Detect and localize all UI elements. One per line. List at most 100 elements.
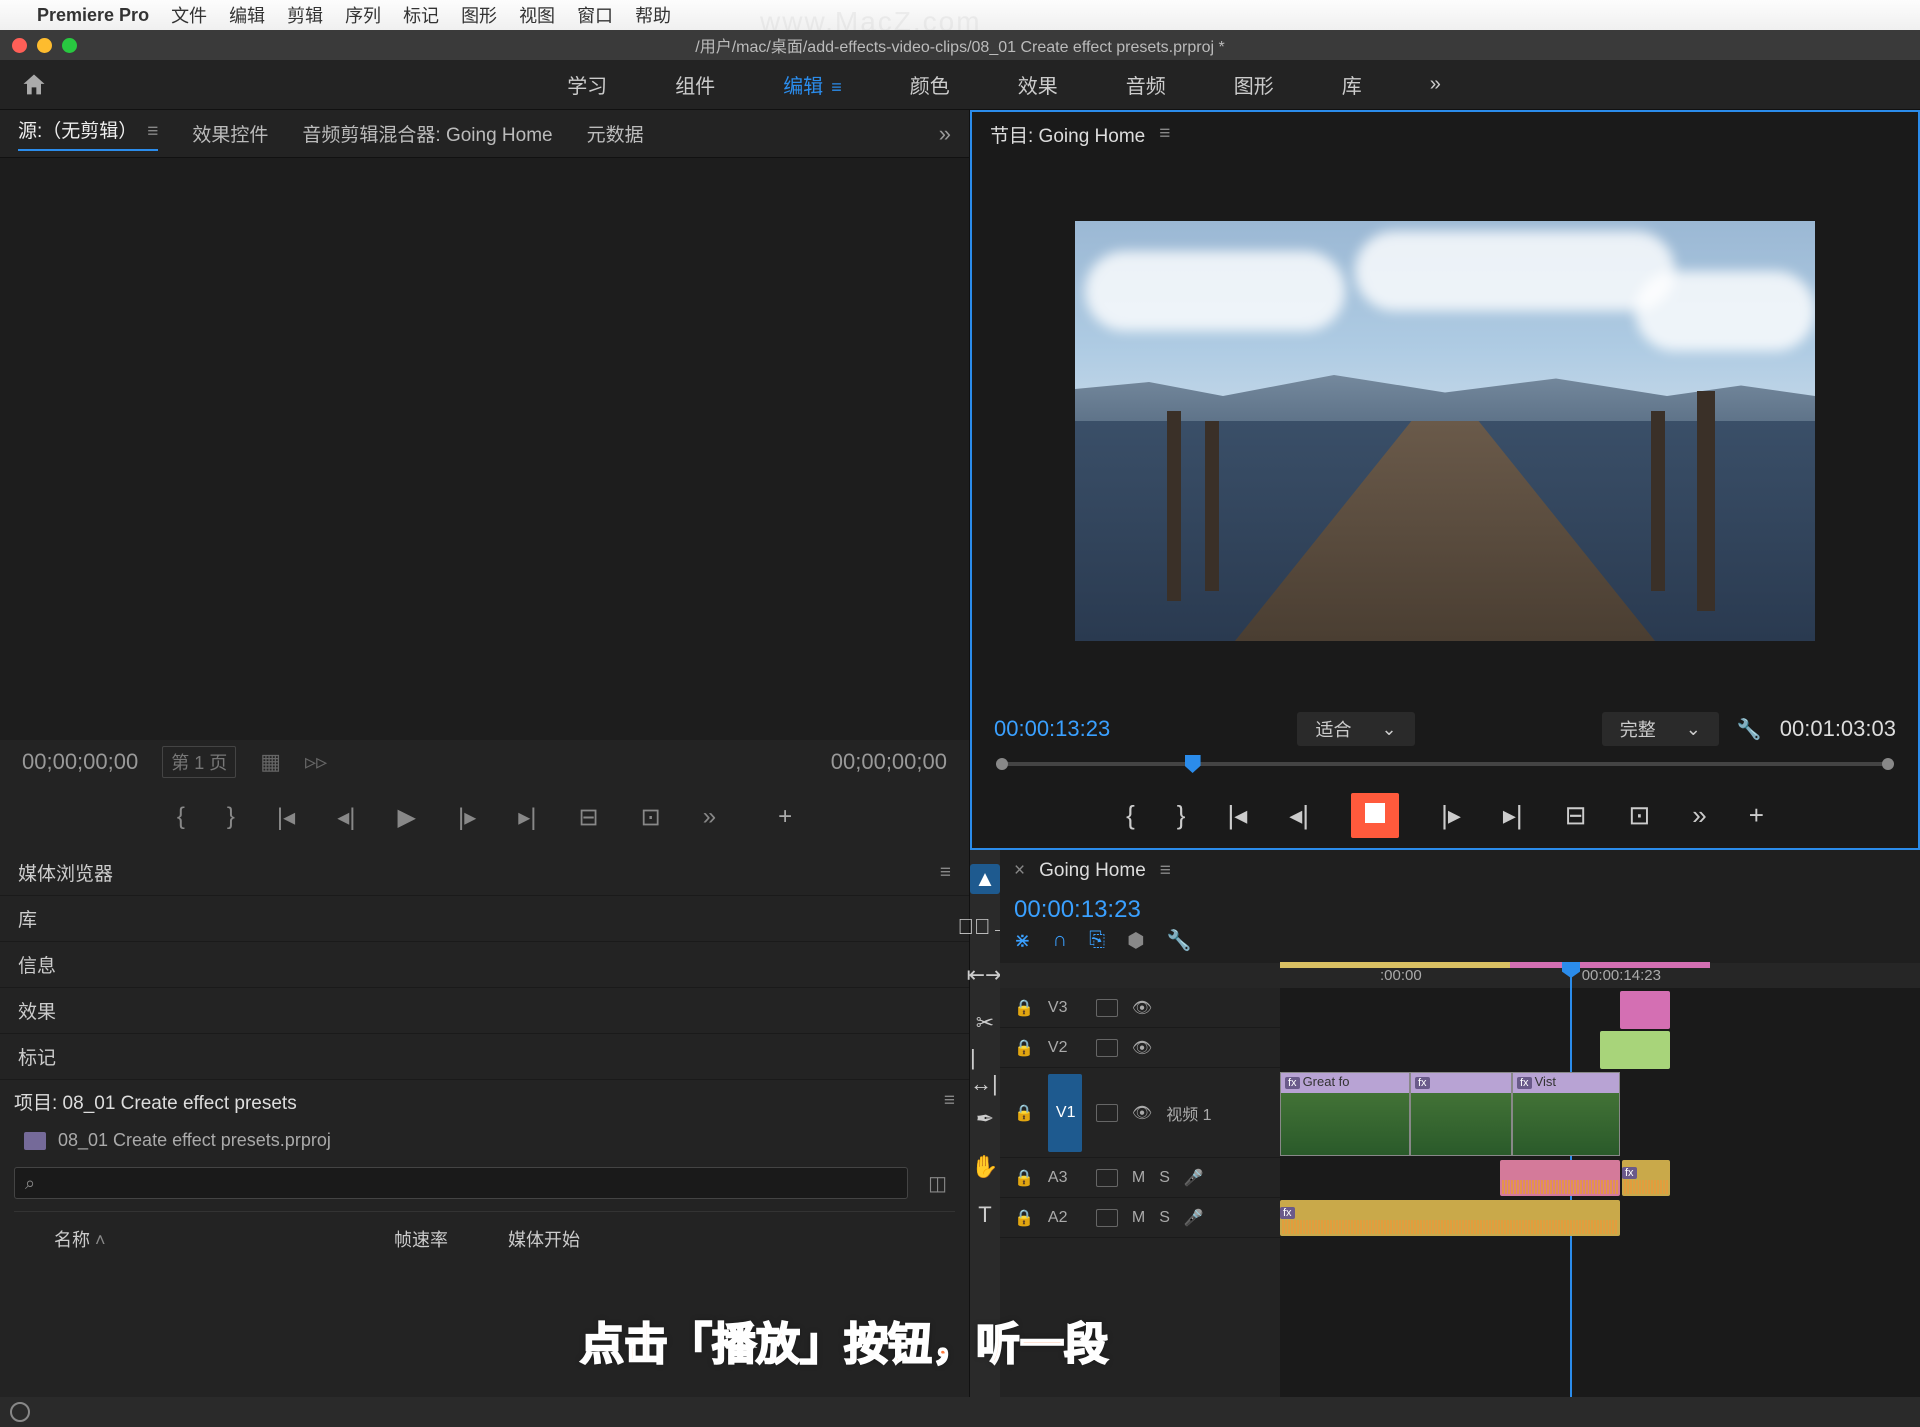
program-timecode[interactable]: 00:00:13:23 [994, 716, 1110, 742]
panel-menu-icon[interactable]: ≡ [147, 121, 158, 142]
mark-out-icon[interactable]: } [227, 803, 235, 831]
acc-markers[interactable]: 标记 [0, 1034, 969, 1080]
ws-color[interactable]: 颜色 [906, 64, 954, 105]
type-tool-icon[interactable]: T [970, 1200, 1000, 1230]
menu-window[interactable]: 窗口 [577, 2, 613, 28]
mute-toggle[interactable]: M [1132, 1169, 1145, 1187]
eye-icon[interactable]: 👁 [1132, 1103, 1152, 1123]
filmstrip-icon[interactable]: ▦ [260, 749, 281, 775]
work-area-bar[interactable] [1510, 962, 1710, 968]
minimize-window-icon[interactable] [37, 38, 52, 53]
menu-sequence[interactable]: 序列 [345, 2, 381, 28]
home-icon[interactable] [20, 71, 48, 99]
insert-icon[interactable]: ⊟ [579, 803, 599, 832]
clip-a3b[interactable]: fx [1622, 1160, 1670, 1196]
zoom-dropdown[interactable]: 适合⌄ [1297, 712, 1414, 746]
tab-effect-controls[interactable]: 效果控件 [192, 120, 268, 147]
mic-icon[interactable]: 🎤 [1184, 1208, 1204, 1228]
play-icon[interactable]: ▶ [397, 803, 415, 832]
menu-marker[interactable]: 标记 [403, 2, 439, 28]
ws-overflow-icon[interactable]: » [1426, 67, 1445, 102]
pen-tool-icon[interactable]: ✒ [970, 1104, 1000, 1134]
ws-graphics[interactable]: 图形 [1230, 64, 1278, 105]
ws-assembly[interactable]: 组件 [671, 64, 719, 105]
close-sequence-icon[interactable]: × [1014, 860, 1025, 882]
filter-bin-icon[interactable]: ◫ [920, 1171, 955, 1196]
acc-effects[interactable]: 效果 [0, 988, 969, 1034]
ws-learn[interactable]: 学习 [563, 64, 611, 105]
work-area-bar[interactable] [1280, 962, 1510, 968]
settings-wrench-icon[interactable]: 🔧 [1737, 717, 1762, 742]
sync-lock-icon[interactable] [1096, 1104, 1118, 1122]
solo-toggle[interactable]: S [1159, 1169, 1170, 1187]
menu-edit[interactable]: 编辑 [229, 2, 265, 28]
scrub-start-icon[interactable] [996, 758, 1008, 770]
menu-graphics[interactable]: 图形 [461, 2, 497, 28]
timeline-timecode[interactable]: 00:00:13:23 [1000, 892, 1920, 928]
selection-tool-icon[interactable]: ▲ [970, 864, 1000, 894]
go-to-in-icon[interactable]: |◂ [277, 803, 295, 832]
ws-libraries[interactable]: 库 [1338, 64, 1366, 105]
source-tc-left[interactable]: 00;00;00;00 [22, 749, 138, 775]
program-viewer[interactable] [972, 156, 1918, 706]
col-framerate[interactable]: 帧速率 [394, 1226, 448, 1252]
project-file-row[interactable]: 08_01 Create effect presets.prproj [14, 1122, 955, 1159]
lock-icon[interactable]: 🔒 [1014, 998, 1034, 1018]
tab-source[interactable]: 源:（无剪辑）≡ [18, 116, 158, 151]
track-select-tool-icon[interactable]: �⃞→ [970, 912, 1000, 942]
track-a3-header[interactable]: 🔒A3MS🎤 [1000, 1158, 1280, 1198]
ws-audio[interactable]: 音频 [1122, 64, 1170, 105]
lock-icon[interactable]: 🔒 [1014, 1103, 1034, 1123]
panel-menu-icon[interactable]: ≡ [1159, 123, 1170, 145]
snap-icon[interactable]: ⋇ [1014, 928, 1031, 953]
playhead-icon[interactable] [1185, 755, 1201, 773]
app-name[interactable]: Premiere Pro [37, 5, 149, 26]
step-back-icon[interactable]: ◂| [337, 803, 355, 832]
close-window-icon[interactable] [12, 38, 27, 53]
clip-v1-b[interactable]: fx [1410, 1072, 1512, 1156]
ws-menu-icon[interactable]: ≡ [831, 77, 842, 97]
eye-icon[interactable]: 👁 [1132, 1038, 1152, 1058]
overwrite-icon[interactable]: ⊡ [641, 803, 661, 832]
eye-icon[interactable]: 👁 [1132, 998, 1152, 1018]
button-editor-icon[interactable]: + [1749, 800, 1764, 831]
acc-media-browser[interactable]: 媒体浏览器≡ [0, 850, 969, 896]
acc-libraries[interactable]: 库 [0, 896, 969, 942]
stop-button[interactable] [1351, 793, 1399, 838]
extract-icon[interactable]: ⊡ [1628, 800, 1650, 831]
ws-effects[interactable]: 效果 [1014, 64, 1062, 105]
lock-icon[interactable]: 🔒 [1014, 1208, 1034, 1228]
sync-lock-icon[interactable] [1096, 1209, 1118, 1227]
creative-cloud-icon[interactable] [10, 1402, 30, 1422]
hand-tool-icon[interactable]: ✋ [970, 1152, 1000, 1182]
go-to-out-icon[interactable]: ▸| [518, 803, 536, 832]
slip-tool-icon[interactable]: |↔| [970, 1056, 1000, 1086]
track-v1-header[interactable]: 🔒V1👁视频 1 [1000, 1068, 1280, 1158]
razor-tool-icon[interactable]: ✂ [970, 1008, 1000, 1038]
ripple-edit-tool-icon[interactable]: ⇤⇥ [970, 960, 1000, 990]
col-name[interactable]: 名称 ˄ [54, 1226, 334, 1252]
overflow-icon[interactable]: » [1692, 800, 1706, 831]
lock-icon[interactable]: 🔒 [1014, 1168, 1034, 1188]
solo-toggle[interactable]: S [1159, 1209, 1170, 1227]
clip-a3[interactable] [1500, 1160, 1620, 1196]
mark-in-icon[interactable]: { [1126, 800, 1135, 831]
acc-info[interactable]: 信息 [0, 942, 969, 988]
export-frame-icon[interactable]: » [703, 803, 716, 831]
track-v3-header[interactable]: 🔒V3👁 [1000, 988, 1280, 1028]
project-search-input[interactable]: ⌕ [14, 1167, 908, 1199]
menu-view[interactable]: 视图 [519, 2, 555, 28]
panel-menu-icon[interactable]: ≡ [1160, 860, 1171, 882]
step-forward-icon[interactable]: |▸ [1441, 800, 1461, 831]
marker-icon[interactable]: ⬢ [1127, 928, 1144, 953]
clip-v2[interactable] [1600, 1031, 1670, 1069]
col-media-start[interactable]: 媒体开始 [508, 1226, 580, 1252]
track-v2-header[interactable]: 🔒V2👁 [1000, 1028, 1280, 1068]
menu-clip[interactable]: 剪辑 [287, 2, 323, 28]
tab-audio-mixer[interactable]: 音频剪辑混合器: Going Home [302, 120, 552, 147]
go-to-out-icon[interactable]: ▸| [1503, 800, 1523, 831]
scrub-end-icon[interactable] [1882, 758, 1894, 770]
magnet-icon[interactable]: ∩ [1053, 929, 1067, 952]
menu-help[interactable]: 帮助 [635, 2, 671, 28]
clip-v1-c[interactable]: fxVist [1512, 1072, 1620, 1156]
